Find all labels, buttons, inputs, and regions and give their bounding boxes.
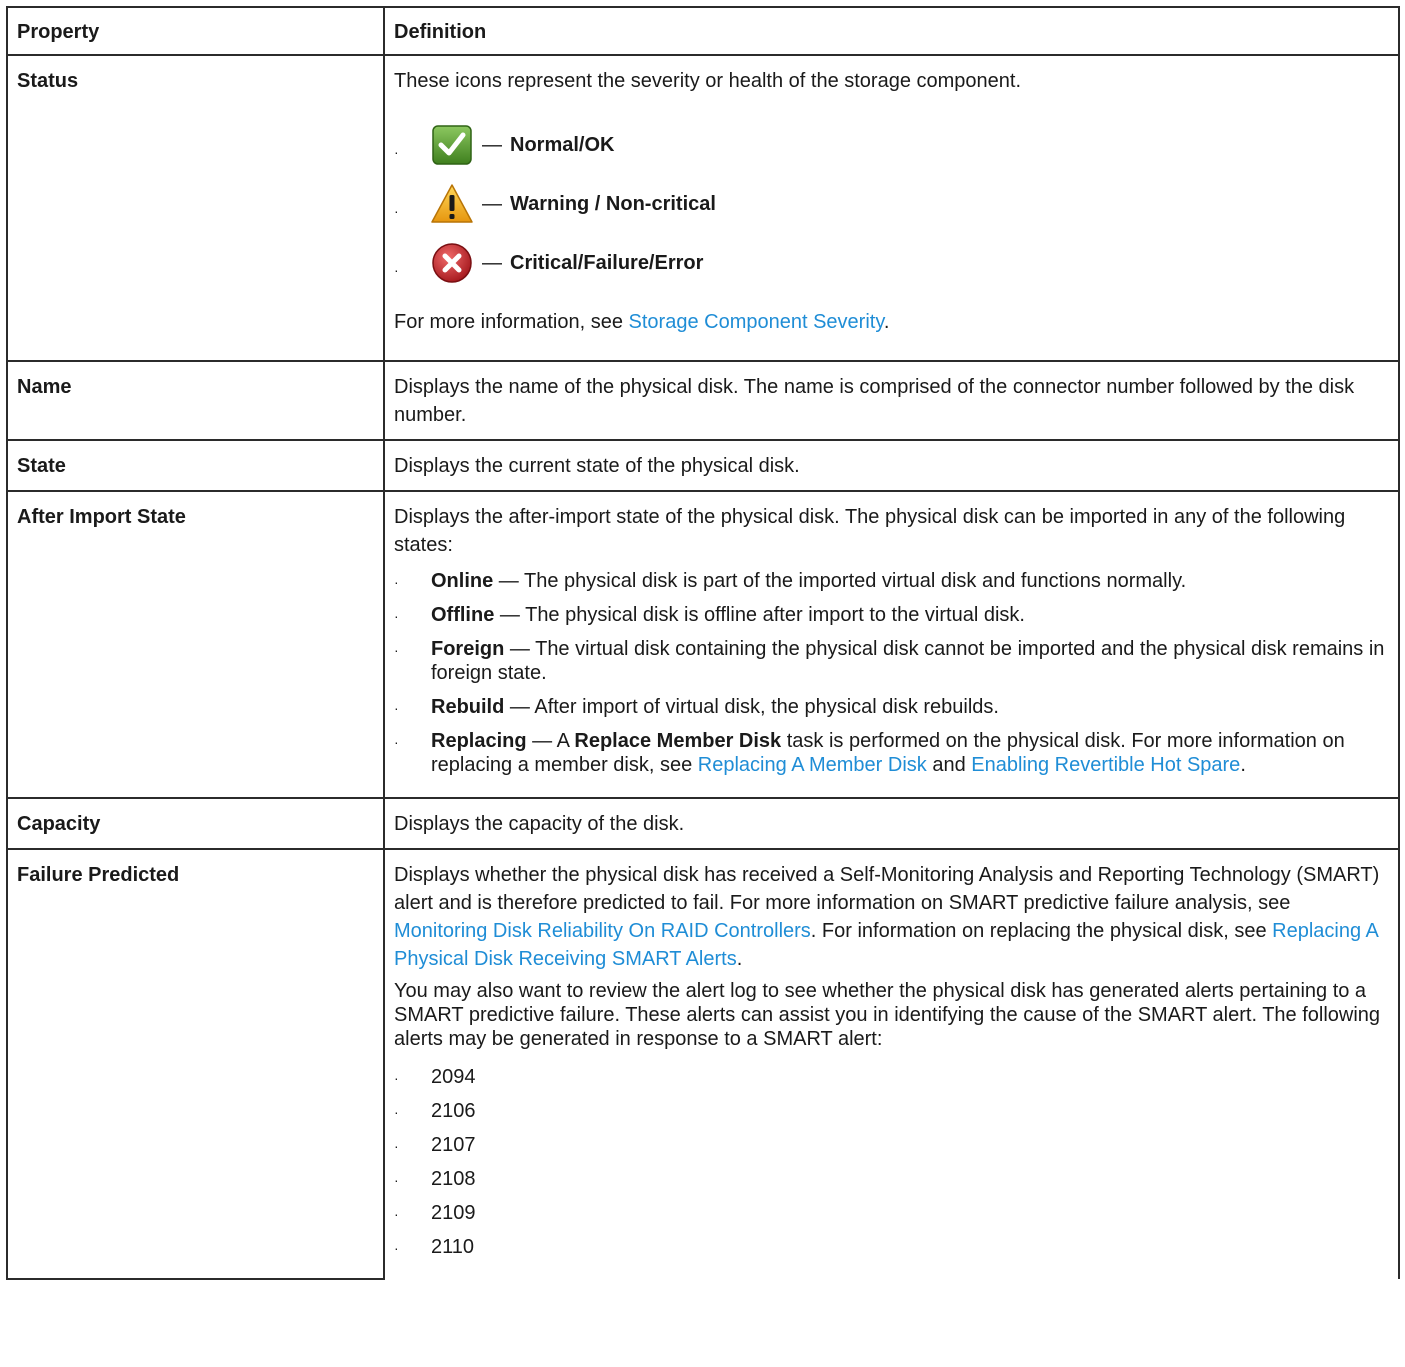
property-after-import-state: After Import State — [6, 490, 385, 799]
state-desc-online: — The physical disk is part of the impor… — [493, 570, 1187, 592]
bullet: · — [394, 642, 399, 658]
after-import-state-list: · Online — The physical disk is part of … — [394, 569, 1389, 777]
bullet: · — [394, 203, 399, 219]
bullet: · — [394, 734, 399, 750]
definition-state: Displays the current state of the physic… — [383, 439, 1400, 492]
list-item: · 2094 — [394, 1065, 1389, 1089]
property-capacity: Capacity — [6, 797, 385, 850]
status-more-info: For more information, see Storage Compon… — [394, 308, 1389, 336]
table-row: Name Displays the name of the physical d… — [6, 360, 1400, 441]
bullet: · — [394, 262, 399, 278]
alert-number: 2109 — [431, 1202, 476, 1224]
bullet: · — [394, 608, 399, 624]
replacing-and: and — [926, 754, 972, 776]
more-info-prefix: For more information, see — [394, 311, 629, 333]
bullet: · — [394, 1206, 399, 1222]
failure-p1-c: . — [736, 948, 743, 970]
list-item: · Replacing — A Replace Member Disk task… — [394, 729, 1389, 777]
definition-name: Displays the name of the physical disk. … — [383, 360, 1400, 441]
state-term-offline: Offline — [431, 604, 495, 626]
bullet: · — [394, 144, 399, 160]
status-item-warning: · — Warning / Non-critical — [394, 174, 1389, 233]
bullet: · — [394, 1070, 399, 1086]
bullet: · — [394, 700, 399, 716]
alert-number: 2107 — [431, 1134, 476, 1156]
list-item: · 2109 — [394, 1201, 1389, 1225]
replacing-pre: — A — [526, 730, 575, 752]
state-desc-foreign: — The virtual disk containing the physic… — [431, 638, 1385, 684]
alert-number-list: · 2094 · 2106 · 2107 · 2108 · 2109 · 2110 — [394, 1065, 1389, 1259]
bullet: · — [394, 1104, 399, 1120]
link-replacing-a-member-disk[interactable]: Replacing A Member Disk — [698, 754, 927, 776]
list-item: · Foreign — The virtual disk containing … — [394, 637, 1389, 685]
table-row: Capacity Displays the capacity of the di… — [6, 797, 1400, 850]
replacing-end: . — [1240, 754, 1246, 776]
property-state: State — [6, 439, 385, 492]
alert-number: 2094 — [431, 1066, 476, 1088]
state-desc-offline: — The physical disk is offline after imp… — [494, 604, 1025, 626]
status-ok-label: Normal/OK — [510, 133, 615, 156]
dash: — — [482, 133, 502, 156]
properties-table: Property Definition Status These icons r… — [6, 6, 1400, 1280]
status-icon-list: · — Normal/OK · — Warning / Non-critical… — [394, 115, 1389, 292]
list-item: · 2110 — [394, 1235, 1389, 1259]
alert-number: 2108 — [431, 1168, 476, 1190]
property-name: Name — [6, 360, 385, 441]
table-row: Failure Predicted Displays whether the p… — [6, 848, 1400, 1280]
status-intro: These icons represent the severity or he… — [394, 70, 1022, 92]
header-definition: Definition — [383, 6, 1400, 56]
state-term-replacing: Replacing — [431, 730, 527, 752]
state-term-rebuild: Rebuild — [431, 696, 505, 718]
bullet: · — [394, 1240, 399, 1256]
failure-p1-a: Displays whether the physical disk has r… — [394, 864, 1380, 914]
definition-status: These icons represent the severity or he… — [383, 54, 1400, 362]
list-item: · 2106 — [394, 1099, 1389, 1123]
state-term-online: Online — [431, 570, 494, 592]
failure-paragraph-2: You may also want to review the alert lo… — [394, 980, 1381, 1050]
bullet: · — [394, 1138, 399, 1154]
list-item: · Rebuild — After import of virtual disk… — [394, 695, 1389, 719]
failure-p1-b: . For information on replacing the physi… — [810, 920, 1273, 942]
link-storage-component-severity[interactable]: Storage Component Severity — [629, 311, 884, 333]
bullet: · — [394, 574, 399, 590]
after-import-intro: Displays the after-import state of the p… — [394, 506, 1346, 556]
replace-member-disk-task: Replace Member Disk — [574, 730, 782, 752]
bullet: · — [394, 1172, 399, 1188]
definition-after-import-state: Displays the after-import state of the p… — [383, 490, 1400, 799]
link-enabling-revertible-hot-spare[interactable]: Enabling Revertible Hot Spare — [971, 754, 1240, 776]
list-item: · 2107 — [394, 1133, 1389, 1157]
table-row: After Import State Displays the after-im… — [6, 490, 1400, 799]
status-warning-label: Warning / Non-critical — [510, 192, 716, 215]
table-row: Status These icons represent the severit… — [6, 54, 1400, 362]
header-property: Property — [6, 6, 385, 56]
definition-failure-predicted: Displays whether the physical disk has r… — [383, 848, 1400, 1279]
status-item-ok: · — Normal/OK — [394, 115, 1389, 174]
definition-capacity: Displays the capacity of the disk. — [383, 797, 1400, 850]
list-item: · Offline — The physical disk is offline… — [394, 603, 1389, 627]
critical-x-icon — [430, 241, 474, 285]
ok-check-icon — [430, 123, 474, 167]
property-status: Status — [6, 54, 385, 362]
state-term-foreign: Foreign — [431, 638, 505, 660]
status-item-critical: · — Critical/Failure/Error — [394, 233, 1389, 292]
more-info-suffix: . — [883, 311, 890, 333]
table-row: State Displays the current state of the … — [6, 439, 1400, 492]
dash: — — [482, 192, 502, 215]
dash: — — [482, 251, 502, 274]
link-monitoring-disk-reliability[interactable]: Monitoring Disk Reliability On RAID Cont… — [394, 920, 811, 942]
alert-number: 2110 — [431, 1236, 475, 1258]
list-item: · Online — The physical disk is part of … — [394, 569, 1389, 593]
failure-paragraph-1: Displays whether the physical disk has r… — [394, 861, 1389, 973]
list-item: · 2108 — [394, 1167, 1389, 1191]
table-header-row: Property Definition — [6, 6, 1400, 56]
state-desc-rebuild: — After import of virtual disk, the phys… — [504, 696, 999, 718]
property-failure-predicted: Failure Predicted — [6, 848, 385, 1280]
alert-number: 2106 — [431, 1100, 476, 1122]
status-critical-label: Critical/Failure/Error — [510, 251, 704, 274]
warning-triangle-icon — [430, 182, 474, 226]
